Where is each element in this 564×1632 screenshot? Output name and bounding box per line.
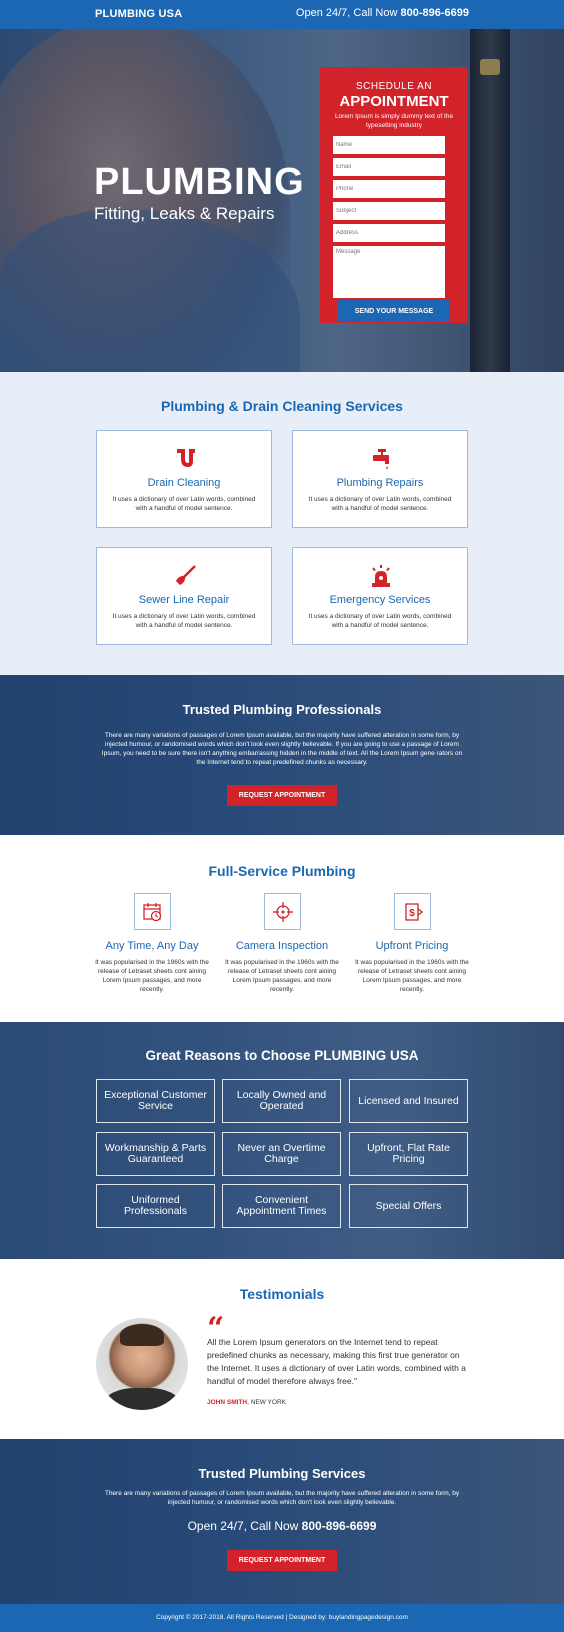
- form-pre-title: SCHEDULE AN: [355, 81, 433, 92]
- reasons-section: Great Reasons to Choose PLUMBING USA Exc…: [0, 1022, 564, 1259]
- send-message-button[interactable]: SEND YOUR MESSAGE: [338, 300, 450, 322]
- service-card-emergency-services[interactable]: Emergency Services It uses a dictionary …: [292, 547, 468, 645]
- feature-description: It was popularised in the 1960s with the…: [95, 959, 209, 993]
- testimonial-quote: All the Lorem Ipsum generators on the In…: [207, 1337, 466, 1386]
- service-card-sewer-line-repair[interactable]: Sewer Line Repair It uses a dictionary o…: [96, 547, 272, 645]
- service-name: Sewer Line Repair: [138, 594, 230, 606]
- email-field[interactable]: [333, 158, 445, 176]
- reason-item: Never an Overtime Charge: [222, 1132, 341, 1176]
- header-call-prefix: Open 24/7, Call Now: [295, 7, 398, 19]
- testimonials-section: Testimonials “ All the Lorem Ipsum gener…: [0, 1259, 564, 1439]
- svg-text:$: $: [409, 908, 415, 919]
- feature-icon-box: [133, 893, 171, 930]
- top-header-bar: PLUMBING USA Open 24/7, Call Now 800-896…: [0, 0, 564, 29]
- testimonials-title: Testimonials: [239, 1286, 325, 1302]
- footer: Copyright © 2017-2018. All Rights Reserv…: [0, 1604, 564, 1632]
- service-name: Emergency Services: [329, 594, 431, 606]
- reason-item: Exceptional Customer Service: [96, 1079, 215, 1123]
- trusted-professionals-section: Trusted Plumbing Professionals There are…: [0, 675, 564, 835]
- address-field[interactable]: [333, 224, 445, 242]
- feature-camera-inspection: Camera Inspection It was popularised in …: [225, 893, 339, 994]
- hero-section: PLUMBING Fitting, Leaks & Repairs SCHEDU…: [0, 29, 564, 372]
- reason-item: Special Offers: [349, 1184, 468, 1228]
- service-description: It uses a dictionary of over Latin words…: [308, 496, 452, 512]
- avatar-shirt: [104, 1388, 180, 1410]
- reason-item: Uniformed Professionals: [96, 1184, 215, 1228]
- trusted-services-section: Trusted Plumbing Services There are many…: [0, 1439, 564, 1604]
- reason-item: Upfront, Flat Rate Pricing: [349, 1132, 468, 1176]
- trusted-services-text: There are many variations of passages of…: [104, 1490, 460, 1506]
- service-description: It uses a dictionary of over Latin words…: [112, 496, 256, 512]
- hero-subtitle: Fitting, Leaks & Repairs: [94, 204, 275, 223]
- footer-copyright: Copyright © 2017-2018. All Rights Reserv…: [156, 1614, 408, 1621]
- service-name: Plumbing Repairs: [336, 477, 424, 489]
- service-description: It uses a dictionary of over Latin words…: [308, 613, 452, 629]
- service-name: Drain Cleaning: [147, 477, 221, 489]
- reasons-title: Great Reasons to Choose PLUMBING USA: [145, 1048, 419, 1063]
- calendar-clock-icon: [142, 903, 161, 922]
- feature-upfront-pricing: $ Upfront Pricing It was popularised in …: [355, 893, 469, 994]
- reason-item: Locally Owned and Operated: [222, 1079, 341, 1123]
- crosshair-icon: [272, 902, 293, 922]
- feature-description: It was popularised in the 1960s with the…: [225, 959, 339, 993]
- full-service-section: Full-Service Plumbing Any Time, Any Day …: [0, 835, 564, 1022]
- feature-description: It was popularised in the 1960s with the…: [355, 959, 469, 993]
- trusted-text: There are many variations of passages of…: [101, 732, 463, 766]
- name-field[interactable]: [333, 136, 445, 154]
- author-location: , NEW YORK: [247, 1399, 286, 1406]
- form-title: APPOINTMENT: [339, 93, 449, 110]
- feature-icon-box: $: [393, 893, 431, 930]
- reason-item: Licensed and Insured: [349, 1079, 468, 1123]
- trusted-services-title: Trusted Plumbing Services: [198, 1466, 366, 1481]
- plunger-icon: [176, 565, 196, 585]
- full-service-title: Full-Service Plumbing: [208, 863, 356, 879]
- service-card-plumbing-repairs[interactable]: Plumbing Repairs It uses a dictionary of…: [292, 430, 468, 528]
- form-description: Lorem Ipsum is simply dummy text of the …: [334, 113, 454, 129]
- cta-phone-link[interactable]: 800-896-6699: [302, 1519, 377, 1533]
- author-name: JOHN SMITH: [207, 1399, 248, 1406]
- feature-name: Upfront Pricing: [375, 940, 449, 952]
- feature-icon-box: [263, 893, 301, 930]
- services-title: Plumbing & Drain Cleaning Services: [161, 398, 403, 414]
- cta-call-info: Open 24/7, Call Now 800-896-6699: [0, 1519, 564, 1533]
- avatar-hair: [120, 1324, 164, 1346]
- avatar: [96, 1318, 188, 1410]
- trusted-title: Trusted Plumbing Professionals: [182, 702, 382, 717]
- message-field[interactable]: [333, 246, 445, 298]
- drain-pipe-icon: [177, 449, 195, 468]
- feature-name: Camera Inspection: [235, 940, 329, 952]
- testimonial-author: JOHN SMITH, NEW YORK: [207, 1399, 286, 1406]
- appointment-form: SCHEDULE AN APPOINTMENT Lorem Ipsum is s…: [320, 67, 468, 323]
- service-description: It uses a dictionary of over Latin words…: [112, 613, 256, 629]
- phone-field[interactable]: [333, 180, 445, 198]
- siren-icon: [372, 565, 390, 587]
- request-appointment-button[interactable]: REQUEST APPOINTMENT: [227, 1550, 337, 1571]
- site-logo[interactable]: PLUMBING USA: [95, 8, 182, 20]
- services-section: Plumbing & Drain Cleaning Services Drain…: [0, 372, 564, 675]
- subject-field[interactable]: [333, 202, 445, 220]
- header-phone-link[interactable]: 800-896-6699: [400, 7, 469, 19]
- service-card-drain-cleaning[interactable]: Drain Cleaning It uses a dictionary of o…: [96, 430, 272, 528]
- feature-any-time: Any Time, Any Day It was popularised in …: [95, 893, 209, 994]
- price-tag-icon: $: [404, 903, 423, 921]
- reason-item: Convenient Appointment Times: [222, 1184, 341, 1228]
- header-call-info: Open 24/7, Call Now 800-896-6699: [296, 7, 469, 19]
- request-appointment-button[interactable]: REQUEST APPOINTMENT: [227, 785, 337, 806]
- cta-call-prefix: Open 24/7, Call Now: [187, 1519, 299, 1533]
- faucet-icon: [373, 449, 389, 470]
- reason-item: Workmanship & Parts Guaranteed: [96, 1132, 215, 1176]
- feature-name: Any Time, Any Day: [105, 940, 199, 952]
- hero-title: PLUMBING: [94, 161, 305, 203]
